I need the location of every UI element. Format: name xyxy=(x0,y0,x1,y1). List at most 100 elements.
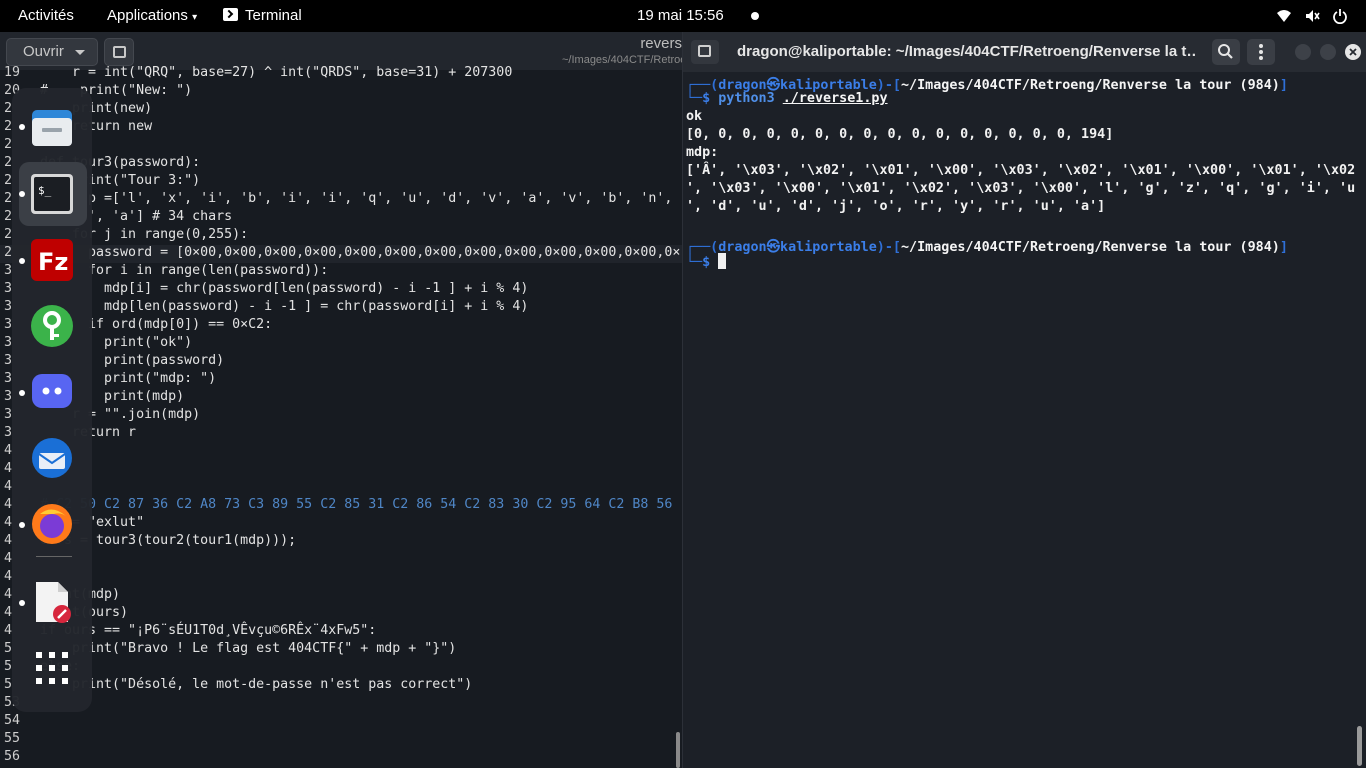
text-editor-window: Ouvrir revers ~/Images/404CTF/Retroe 19 … xyxy=(0,32,682,768)
dash-dock: $_ Fz xyxy=(12,88,92,712)
clock[interactable]: 19 mai 15:56 xyxy=(637,7,724,24)
search-icon xyxy=(1218,44,1233,59)
terminal-title: dragon@kaliportable: ~/Images/404CTF/Ret… xyxy=(737,43,1197,60)
code-line: 3 r = "".join(mdp) xyxy=(0,407,682,425)
command-name: python3 xyxy=(718,91,775,106)
code-line: 5else: xyxy=(0,659,682,677)
prompt-line-2: ┌──(dragon㉿kaliportable)-[~/Images/404CT… xyxy=(686,240,1288,255)
code-line: 3 print(mdp) xyxy=(0,389,682,407)
app-grid-icon[interactable] xyxy=(30,646,74,690)
files-icon[interactable] xyxy=(30,106,74,150)
new-document-button[interactable] xyxy=(104,38,134,66)
terminal-scrollbar[interactable] xyxy=(1357,726,1362,766)
code-line: 4 if ours == "¡P6¨sÉU1T0d¸VÊvçu©6RÊx¨4xFw… xyxy=(0,623,682,641)
new-tab-button[interactable] xyxy=(691,40,719,64)
code-line: 4print(ours) xyxy=(0,605,682,623)
line-content: r = int("QRQ", base=27) ^ int("QRDS", ba… xyxy=(40,65,513,80)
running-indicator-dot xyxy=(19,522,25,528)
code-line: 2 def tour3(password): xyxy=(0,155,682,173)
line-content: mdp[len(password) - i -1 ] = chr(passwor… xyxy=(40,299,529,314)
code-line: 3 print(password) xyxy=(0,353,682,371)
applications-menu[interactable]: Applications ▾ xyxy=(107,7,197,24)
chevron-down-icon xyxy=(75,50,85,55)
code-line: 4 xyxy=(0,569,682,587)
code-line: 3 return r xyxy=(0,425,682,443)
terminal-icon xyxy=(223,8,238,21)
line-content: mdp =['l', 'x', 'i', 'b', 'i', 'i', 'q',… xyxy=(40,191,682,206)
terminal-header-bar: dragon@kaliportable: ~/Images/404CTF/Ret… xyxy=(683,32,1366,72)
prompt-line-1: ┌──(dragon㉿kaliportable)-[~/Images/404CT… xyxy=(686,78,1288,93)
output-line: mdp: xyxy=(686,145,719,160)
text-editor-icon[interactable] xyxy=(30,580,74,624)
terminal-icon[interactable]: $_ xyxy=(30,172,74,216)
prompt-path: ~/Images/404CTF/Retroeng/Renverse la tou… xyxy=(900,78,1280,93)
output-line: ', '\x03', '\x00', '\x01', '\x02', '\x03… xyxy=(686,181,1356,196)
notification-dot-icon xyxy=(751,12,759,20)
svg-text:$_: $_ xyxy=(38,184,52,197)
running-indicator-dot xyxy=(19,258,25,264)
code-line: 5 print("Bravo ! Le flag est 404CTF{" + … xyxy=(0,641,682,659)
line-number: 54 xyxy=(4,713,21,728)
new-tab-icon xyxy=(698,45,711,57)
code-line: 4 xyxy=(0,479,682,497)
applications-label: Applications xyxy=(107,7,188,24)
menu-button[interactable] xyxy=(1247,39,1275,65)
power-icon[interactable] xyxy=(1332,8,1348,24)
firefox-icon[interactable] xyxy=(30,502,74,546)
code-line: 4 xyxy=(0,461,682,479)
code-line: 3 print("ok") xyxy=(0,335,682,353)
keepass-icon[interactable] xyxy=(30,304,74,348)
chevron-down-icon: ▾ xyxy=(192,12,198,23)
code-line: 2 print(new) xyxy=(0,101,682,119)
line-number: 55 xyxy=(4,731,21,746)
code-line: 3 if ord(mdp[0]) == 0×C2: xyxy=(0,317,682,335)
line-content: print("Bravo ! Le flag est 404CTF{" + md… xyxy=(40,641,457,656)
code-line: 56 xyxy=(0,749,682,767)
running-indicator-dot xyxy=(19,124,25,130)
active-prompt-line[interactable]: └─$ xyxy=(686,253,727,271)
wifi-icon[interactable] xyxy=(1276,8,1292,24)
editor-title: revers xyxy=(640,35,682,52)
editor-scrollbar[interactable] xyxy=(676,732,680,768)
activities-button[interactable]: Activités xyxy=(18,7,74,24)
thunderbird-icon[interactable] xyxy=(30,436,74,480)
new-tab-icon xyxy=(113,46,126,58)
search-button[interactable] xyxy=(1212,39,1240,65)
filezilla-icon[interactable]: Fz xyxy=(30,238,74,282)
open-button-label: Ouvrir xyxy=(23,43,64,60)
code-line: 4print(mdp) xyxy=(0,587,682,605)
top-bar: Activités Applications ▾ Terminal 19 mai… xyxy=(0,0,1366,32)
code-line: 3 for i in range(len(password)): xyxy=(0,263,682,281)
code-line: 4 xyxy=(0,551,682,569)
output-line: ['Â', '\x03', '\x02', '\x01', '\x00', '\… xyxy=(686,163,1356,178)
code-line: 4 # C2 50 C2 87 36 C2 A8 73 C3 89 55 C2 8… xyxy=(0,497,682,515)
code-line: 2 return new xyxy=(0,119,682,137)
code-line: 2 'u', 'a'] # 34 chars xyxy=(0,209,682,227)
volume-muted-icon[interactable] xyxy=(1304,8,1320,24)
code-line: 3 print("mdp: ") xyxy=(0,371,682,389)
code-line: 19 r = int("QRQ", base=27) ^ int("QRDS",… xyxy=(0,65,682,83)
command-line: └─$ python3 ./reverse1.py xyxy=(686,91,888,106)
code-line: 20 # print("New: ") xyxy=(0,83,682,101)
minimize-button[interactable] xyxy=(1295,44,1311,60)
code-line: 4 mdp = "exlut" xyxy=(0,515,682,533)
code-line: 4 xyxy=(0,443,682,461)
running-indicator-dot xyxy=(19,191,25,197)
app-menu-terminal[interactable]: Terminal xyxy=(223,7,302,24)
output-line: [0, 0, 0, 0, 0, 0, 0, 0, 0, 0, 0, 0, 0, … xyxy=(686,127,1114,142)
prompt-path: ~/Images/404CTF/Retroeng/Renverse la tou… xyxy=(900,240,1280,255)
command-arg: ./reverse1.py xyxy=(782,91,888,106)
line-number: 19 xyxy=(4,65,21,80)
line-number: 56 xyxy=(4,749,21,764)
dock-separator xyxy=(36,556,72,557)
open-button[interactable]: Ouvrir xyxy=(6,38,98,66)
code-line: 4 ours = tour3(tour2(tour1(mdp))); xyxy=(0,533,682,551)
code-line: 3 mdp[i] = chr(password[len(password) - … xyxy=(0,281,682,299)
code-line: 2 password = [0×00,0×00,0×00,0×00,0×00,0… xyxy=(0,245,682,263)
discord-icon[interactable] xyxy=(30,370,74,414)
close-button[interactable] xyxy=(1345,44,1361,60)
maximize-button[interactable] xyxy=(1320,44,1336,60)
close-icon xyxy=(1349,48,1357,56)
output-line: ok xyxy=(686,109,703,124)
prompt-host: kaliportable xyxy=(780,240,877,255)
